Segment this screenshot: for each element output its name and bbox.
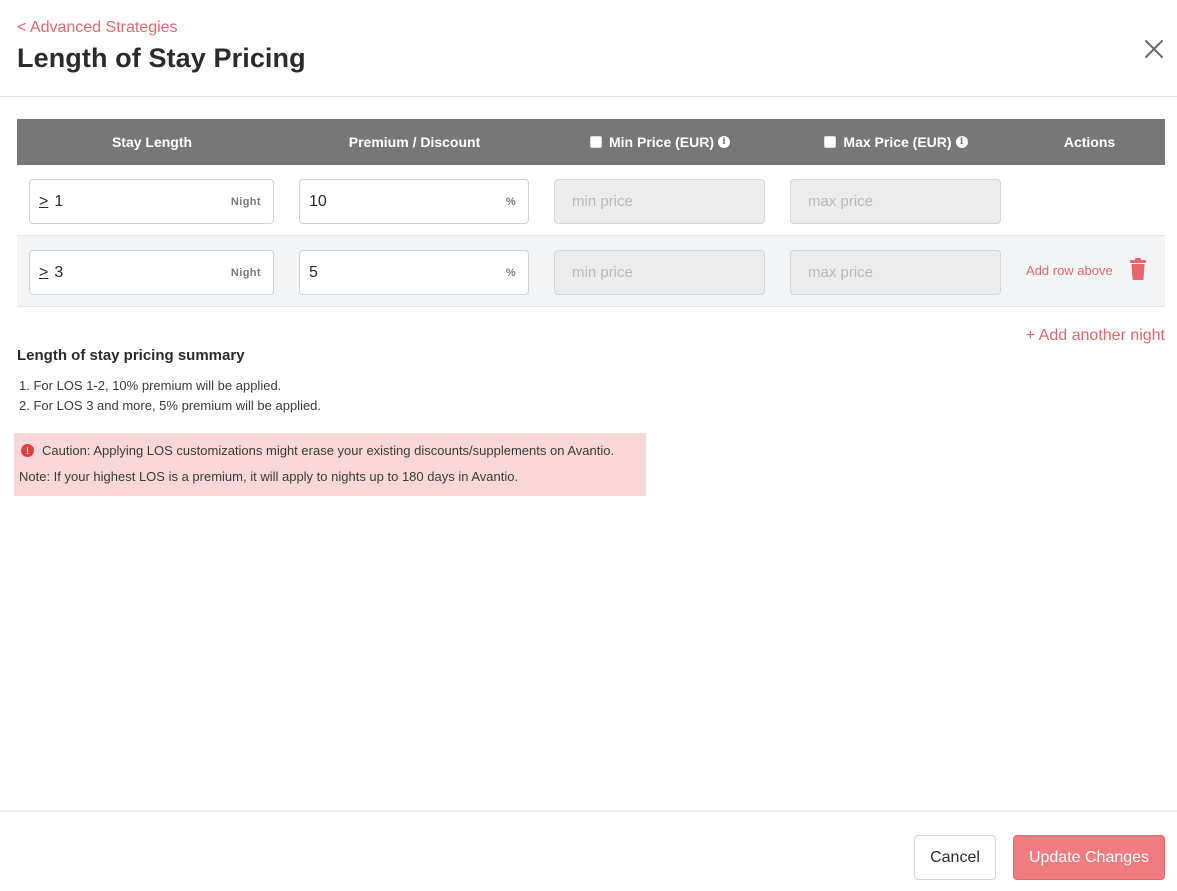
info-icon[interactable]: i <box>718 136 730 148</box>
premium-value: 5 <box>309 263 318 281</box>
col-min-price: Min Price (EUR) i <box>542 119 778 165</box>
add-another-night-button[interactable]: + Add another night <box>1026 327 1165 345</box>
close-icon[interactable] <box>1142 37 1166 61</box>
caution-line: ! Caution: Applying LOS customizations m… <box>21 443 614 458</box>
night-unit-label: Night <box>230 266 261 279</box>
min-price-input[interactable]: min price <box>554 250 765 295</box>
back-to-advanced-strategies-link[interactable]: < Advanced Strategies <box>17 19 178 37</box>
gte-operator: > <box>39 192 49 210</box>
caution-note: Note: If your highest LOS is a premium, … <box>19 469 519 484</box>
stay-length-input[interactable]: >1 Night <box>29 179 274 224</box>
max-price-input[interactable]: max price <box>790 179 1001 224</box>
max-price-placeholder: max price <box>808 264 874 281</box>
col-premium-discount: Premium / Discount <box>348 134 481 150</box>
percent-unit-label: % <box>505 266 516 279</box>
percent-unit-label: % <box>505 195 516 208</box>
stay-length-input[interactable]: >3 Night <box>29 250 274 295</box>
alert-icon: ! <box>21 444 34 457</box>
caution-banner: ! Caution: Applying LOS customizations m… <box>14 433 646 496</box>
col-actions: Actions <box>1063 134 1116 150</box>
min-price-input[interactable]: min price <box>554 179 765 224</box>
premium-value: 10 <box>309 192 327 210</box>
col-max-price-label: Max Price (EUR) <box>843 134 952 150</box>
summary-list: 1. For LOS 1-2, 10% premium will be appl… <box>19 376 321 416</box>
cancel-button[interactable]: Cancel <box>914 835 996 880</box>
col-min-price-label: Min Price (EUR) <box>608 134 714 150</box>
gte-operator: > <box>39 263 49 281</box>
info-icon[interactable]: i <box>955 136 968 148</box>
summary-title: Length of stay pricing summary <box>17 347 245 364</box>
header-divider <box>0 96 1177 97</box>
max-price-placeholder: max price <box>808 193 874 210</box>
page-title: Length of Stay Pricing <box>17 43 306 73</box>
caution-text: Caution: Applying LOS customizations mig… <box>42 443 615 458</box>
table-row: >3 Night 5 % min price max price Add row… <box>17 236 1165 307</box>
min-price-checkbox[interactable] <box>589 136 602 148</box>
night-unit-label: Night <box>230 195 261 208</box>
col-max-price: Max Price (EUR) i <box>778 119 1014 165</box>
col-stay-length: Stay Length <box>111 134 193 150</box>
add-row-above-button[interactable]: Add row above <box>1026 263 1113 278</box>
trash-icon[interactable] <box>1129 258 1147 280</box>
max-price-input[interactable]: max price <box>790 250 1001 295</box>
stay-length-value: 3 <box>54 263 64 281</box>
stay-length-value: 1 <box>54 192 64 210</box>
footer-divider <box>0 810 1177 812</box>
los-pricing-modal: < Advanced Strategies Length of Stay Pri… <box>0 0 1177 891</box>
max-price-checkbox[interactable] <box>824 136 837 148</box>
list-item: 1. For LOS 1-2, 10% premium will be appl… <box>19 378 282 393</box>
premium-discount-input[interactable]: 10 % <box>299 179 529 224</box>
update-changes-button[interactable]: Update Changes <box>1013 835 1165 880</box>
min-price-placeholder: min price <box>572 264 633 281</box>
table-row: >1 Night 10 % min price max price <box>17 165 1165 236</box>
los-table: Stay Length Premium / Discount Min Price… <box>17 119 1165 307</box>
premium-discount-input[interactable]: 5 % <box>299 250 529 295</box>
min-price-placeholder: min price <box>572 193 633 210</box>
table-header: Stay Length Premium / Discount Min Price… <box>17 119 1165 165</box>
list-item: 2. For LOS 3 and more, 5% premium will b… <box>19 398 322 413</box>
